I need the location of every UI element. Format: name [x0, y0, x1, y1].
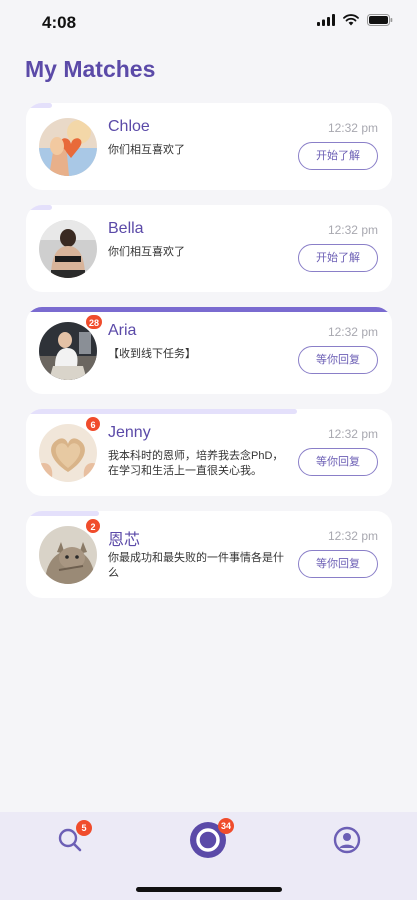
match-progress-bar	[26, 307, 392, 312]
nav-badge: 34	[218, 818, 235, 834]
match-name: Aria	[108, 322, 137, 339]
wifi-icon	[343, 14, 359, 26]
match-time: 12:32 pm	[327, 325, 378, 339]
battery-icon	[367, 14, 393, 26]
awaiting-reply-button[interactable]: 等你回复	[298, 448, 378, 476]
avatar[interactable]	[39, 322, 97, 380]
signal-icon	[317, 14, 335, 26]
status-bar: 4:08	[0, 0, 417, 46]
profile-icon	[333, 826, 361, 859]
match-name: 恩芯	[108, 532, 141, 549]
nav-profile[interactable]	[325, 820, 369, 864]
match-time: 12:32 pm	[327, 121, 378, 135]
page-title: My Matches	[25, 56, 156, 82]
match-progress-bar	[26, 511, 100, 516]
match-message: 你们相互喜欢了	[108, 246, 185, 258]
match-message: 你们相互喜欢了	[108, 144, 185, 156]
bottom-nav: 5 34	[0, 812, 417, 900]
nav-matches[interactable]: 34	[186, 818, 235, 864]
start-knowing-button[interactable]: 开始了解	[298, 244, 378, 272]
avatar[interactable]	[39, 526, 97, 584]
avatar[interactable]	[39, 220, 97, 278]
match-time: 12:32 pm	[327, 223, 378, 237]
match-message: 你最成功和最失败的一件事情各是什么	[108, 552, 284, 579]
match-progress-bar	[26, 103, 52, 108]
start-knowing-button[interactable]: 开始了解	[298, 142, 378, 170]
status-icons	[317, 14, 393, 26]
match-card-bella[interactable]: Bella 你们相互喜欢了 12:32 pm 开始了解	[26, 205, 392, 292]
match-name: Jenny	[108, 424, 151, 441]
avatar[interactable]	[39, 424, 97, 482]
match-progress-bar	[26, 409, 297, 414]
nav-badge: 5	[76, 820, 92, 836]
match-card-aria[interactable]: 28 Aria 【收到线下任务】 12:32 pm 等你回复	[26, 307, 392, 394]
awaiting-reply-button[interactable]: 等你回复	[298, 346, 378, 374]
unread-badge: 6	[85, 416, 101, 432]
unread-badge: 2	[85, 518, 101, 534]
match-card-chloe[interactable]: Chloe 你们相互喜欢了 12:32 pm 开始了解	[26, 103, 392, 190]
match-time: 12:32 pm	[327, 529, 378, 543]
home-indicator[interactable]	[136, 887, 282, 892]
match-time: 12:32 pm	[327, 427, 378, 441]
match-message: 【收到线下任务】	[108, 348, 196, 360]
match-card-enxin[interactable]: 2 恩芯 你最成功和最失败的一件事情各是什么 12:32 pm 等你回复	[26, 511, 392, 598]
match-message: 我本科时的恩师，培养我去念PhD，在学习和生活上一直很关心我。	[108, 450, 284, 477]
nav-search[interactable]: 5	[48, 820, 92, 864]
awaiting-reply-button[interactable]: 等你回复	[298, 550, 378, 578]
match-card-jenny[interactable]: 6 Jenny 我本科时的恩师，培养我去念PhD，在学习和生活上一直很关心我。 …	[26, 409, 392, 496]
match-name: Bella	[108, 220, 144, 237]
match-progress-bar	[26, 205, 52, 210]
status-time: 4:08	[42, 13, 77, 32]
avatar[interactable]	[39, 118, 97, 176]
match-name: Chloe	[108, 118, 150, 135]
unread-badge: 28	[85, 314, 104, 330]
